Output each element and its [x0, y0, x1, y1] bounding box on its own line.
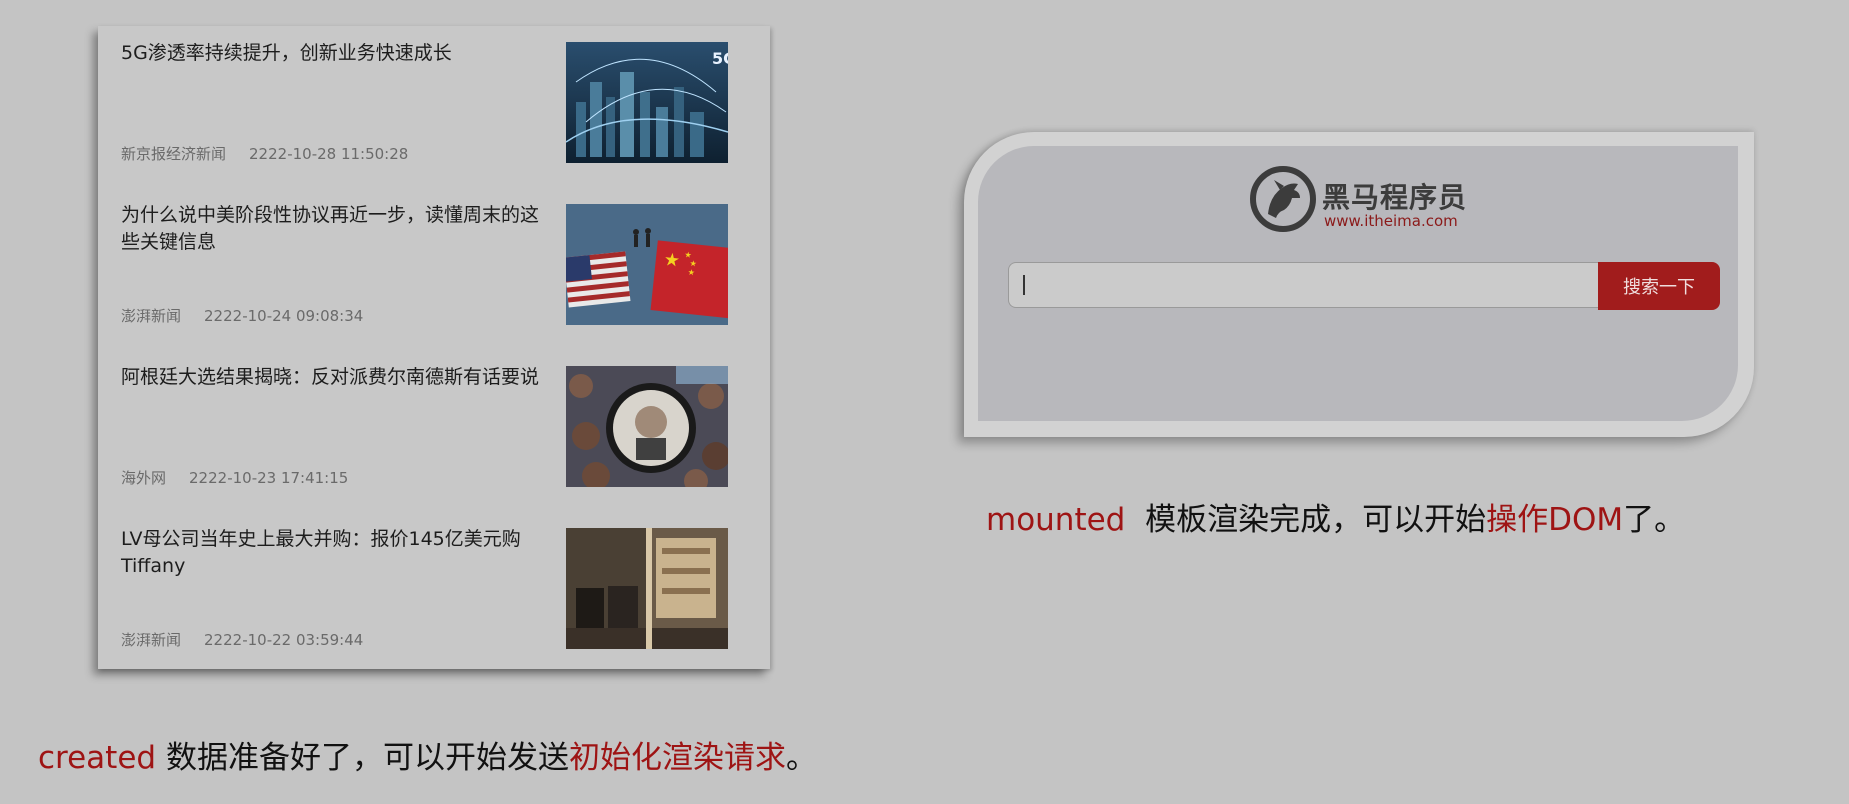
caption-text: 模板渲染完成，可以开始 — [1145, 502, 1487, 538]
news-source: 澎湃新闻 — [121, 631, 182, 649]
mounted-caption: mounted 模板渲染完成，可以开始操作DOM了。 — [986, 494, 1685, 539]
news-item[interactable]: 5G渗透率持续提升，创新业务快速成长 新京报经济新闻 2222-10-28 11:… — [98, 26, 770, 188]
news-time: 2222-10-24 09:08:34 — [204, 307, 364, 325]
news-item[interactable]: 阿根廷大选结果揭晓：反对派费尔南德斯有话要说 海外网 2222-10-23 17:… — [98, 350, 770, 512]
news-item[interactable]: LV母公司当年史上最大并购：报价145亿美元购Tiffany 澎湃新闻 2222-… — [98, 512, 770, 674]
logo-text: 黑马程序员 — [1322, 181, 1468, 214]
search-button[interactable]: 搜索一下 — [1598, 262, 1720, 310]
search-card-inner: 黑马程序员 www.itheima.com 搜索一下 — [978, 146, 1738, 421]
svg-text:5G: 5G — [712, 49, 728, 68]
svg-text:★: ★ — [663, 249, 681, 272]
news-thumbnail[interactable] — [566, 528, 728, 649]
brand-logo[interactable]: 黑马程序员 www.itheima.com — [1250, 166, 1470, 236]
news-thumbnail[interactable]: 5G — [566, 42, 728, 163]
created-caption: created 数据准备好了，可以开始发送初始化渲染请求。 — [38, 732, 817, 777]
news-item[interactable]: 为什么说中美阶段性协议再近一步，读懂周末的这些关键信息 澎湃新闻 2222-10-… — [98, 188, 770, 350]
search-input[interactable] — [1008, 262, 1600, 308]
caption-end: 。 — [785, 740, 817, 776]
news-title[interactable]: LV母公司当年史上最大并购：报价145亿美元购Tiffany — [121, 526, 547, 580]
city-network-image: 5G — [566, 42, 728, 163]
news-thumbnail[interactable]: ★ ★ ★ ★ — [566, 204, 728, 325]
horse-logo-icon — [1250, 166, 1316, 232]
news-source: 新京报经济新闻 — [121, 145, 227, 163]
rally-crowd-image — [566, 366, 728, 487]
text-caret — [1023, 275, 1025, 295]
news-meta: 海外网 2222-10-23 17:41:15 — [121, 467, 348, 488]
news-meta: 新京报经济新闻 2222-10-28 11:50:28 — [121, 143, 408, 164]
logo-url: www.itheima.com — [1324, 212, 1458, 230]
caption-highlight: 操作DOM — [1486, 502, 1624, 538]
news-meta: 澎湃新闻 2222-10-24 09:08:34 — [121, 305, 363, 326]
caption-keyword: created — [38, 740, 157, 776]
us-china-flags-image: ★ ★ ★ ★ — [566, 204, 728, 325]
search-bar: 搜索一下 — [1008, 262, 1720, 310]
caption-keyword: mounted — [986, 502, 1126, 538]
news-thumbnail[interactable] — [566, 366, 728, 487]
news-time: 2222-10-23 17:41:15 — [189, 469, 349, 487]
news-meta: 澎湃新闻 2222-10-22 03:59:44 — [121, 629, 363, 650]
news-time: 2222-10-28 11:50:28 — [249, 145, 409, 163]
caption-end: 了。 — [1623, 502, 1686, 538]
news-list: 5G渗透率持续提升，创新业务快速成长 新京报经济新闻 2222-10-28 11:… — [98, 26, 770, 669]
news-source: 海外网 — [121, 469, 167, 487]
search-card: 黑马程序员 www.itheima.com 搜索一下 — [964, 132, 1754, 437]
news-time: 2222-10-22 03:59:44 — [204, 631, 364, 649]
caption-text: 数据准备好了，可以开始发送 — [165, 740, 569, 776]
news-source: 澎湃新闻 — [121, 307, 182, 325]
news-title[interactable]: 为什么说中美阶段性协议再近一步，读懂周末的这些关键信息 — [121, 202, 547, 256]
news-title[interactable]: 5G渗透率持续提升，创新业务快速成长 — [121, 40, 547, 67]
news-title[interactable]: 阿根廷大选结果揭晓：反对派费尔南德斯有话要说 — [121, 364, 547, 391]
svg-text:★: ★ — [687, 268, 695, 278]
store-interior-image — [566, 528, 728, 649]
caption-highlight: 初始化渲染请求 — [568, 740, 786, 776]
